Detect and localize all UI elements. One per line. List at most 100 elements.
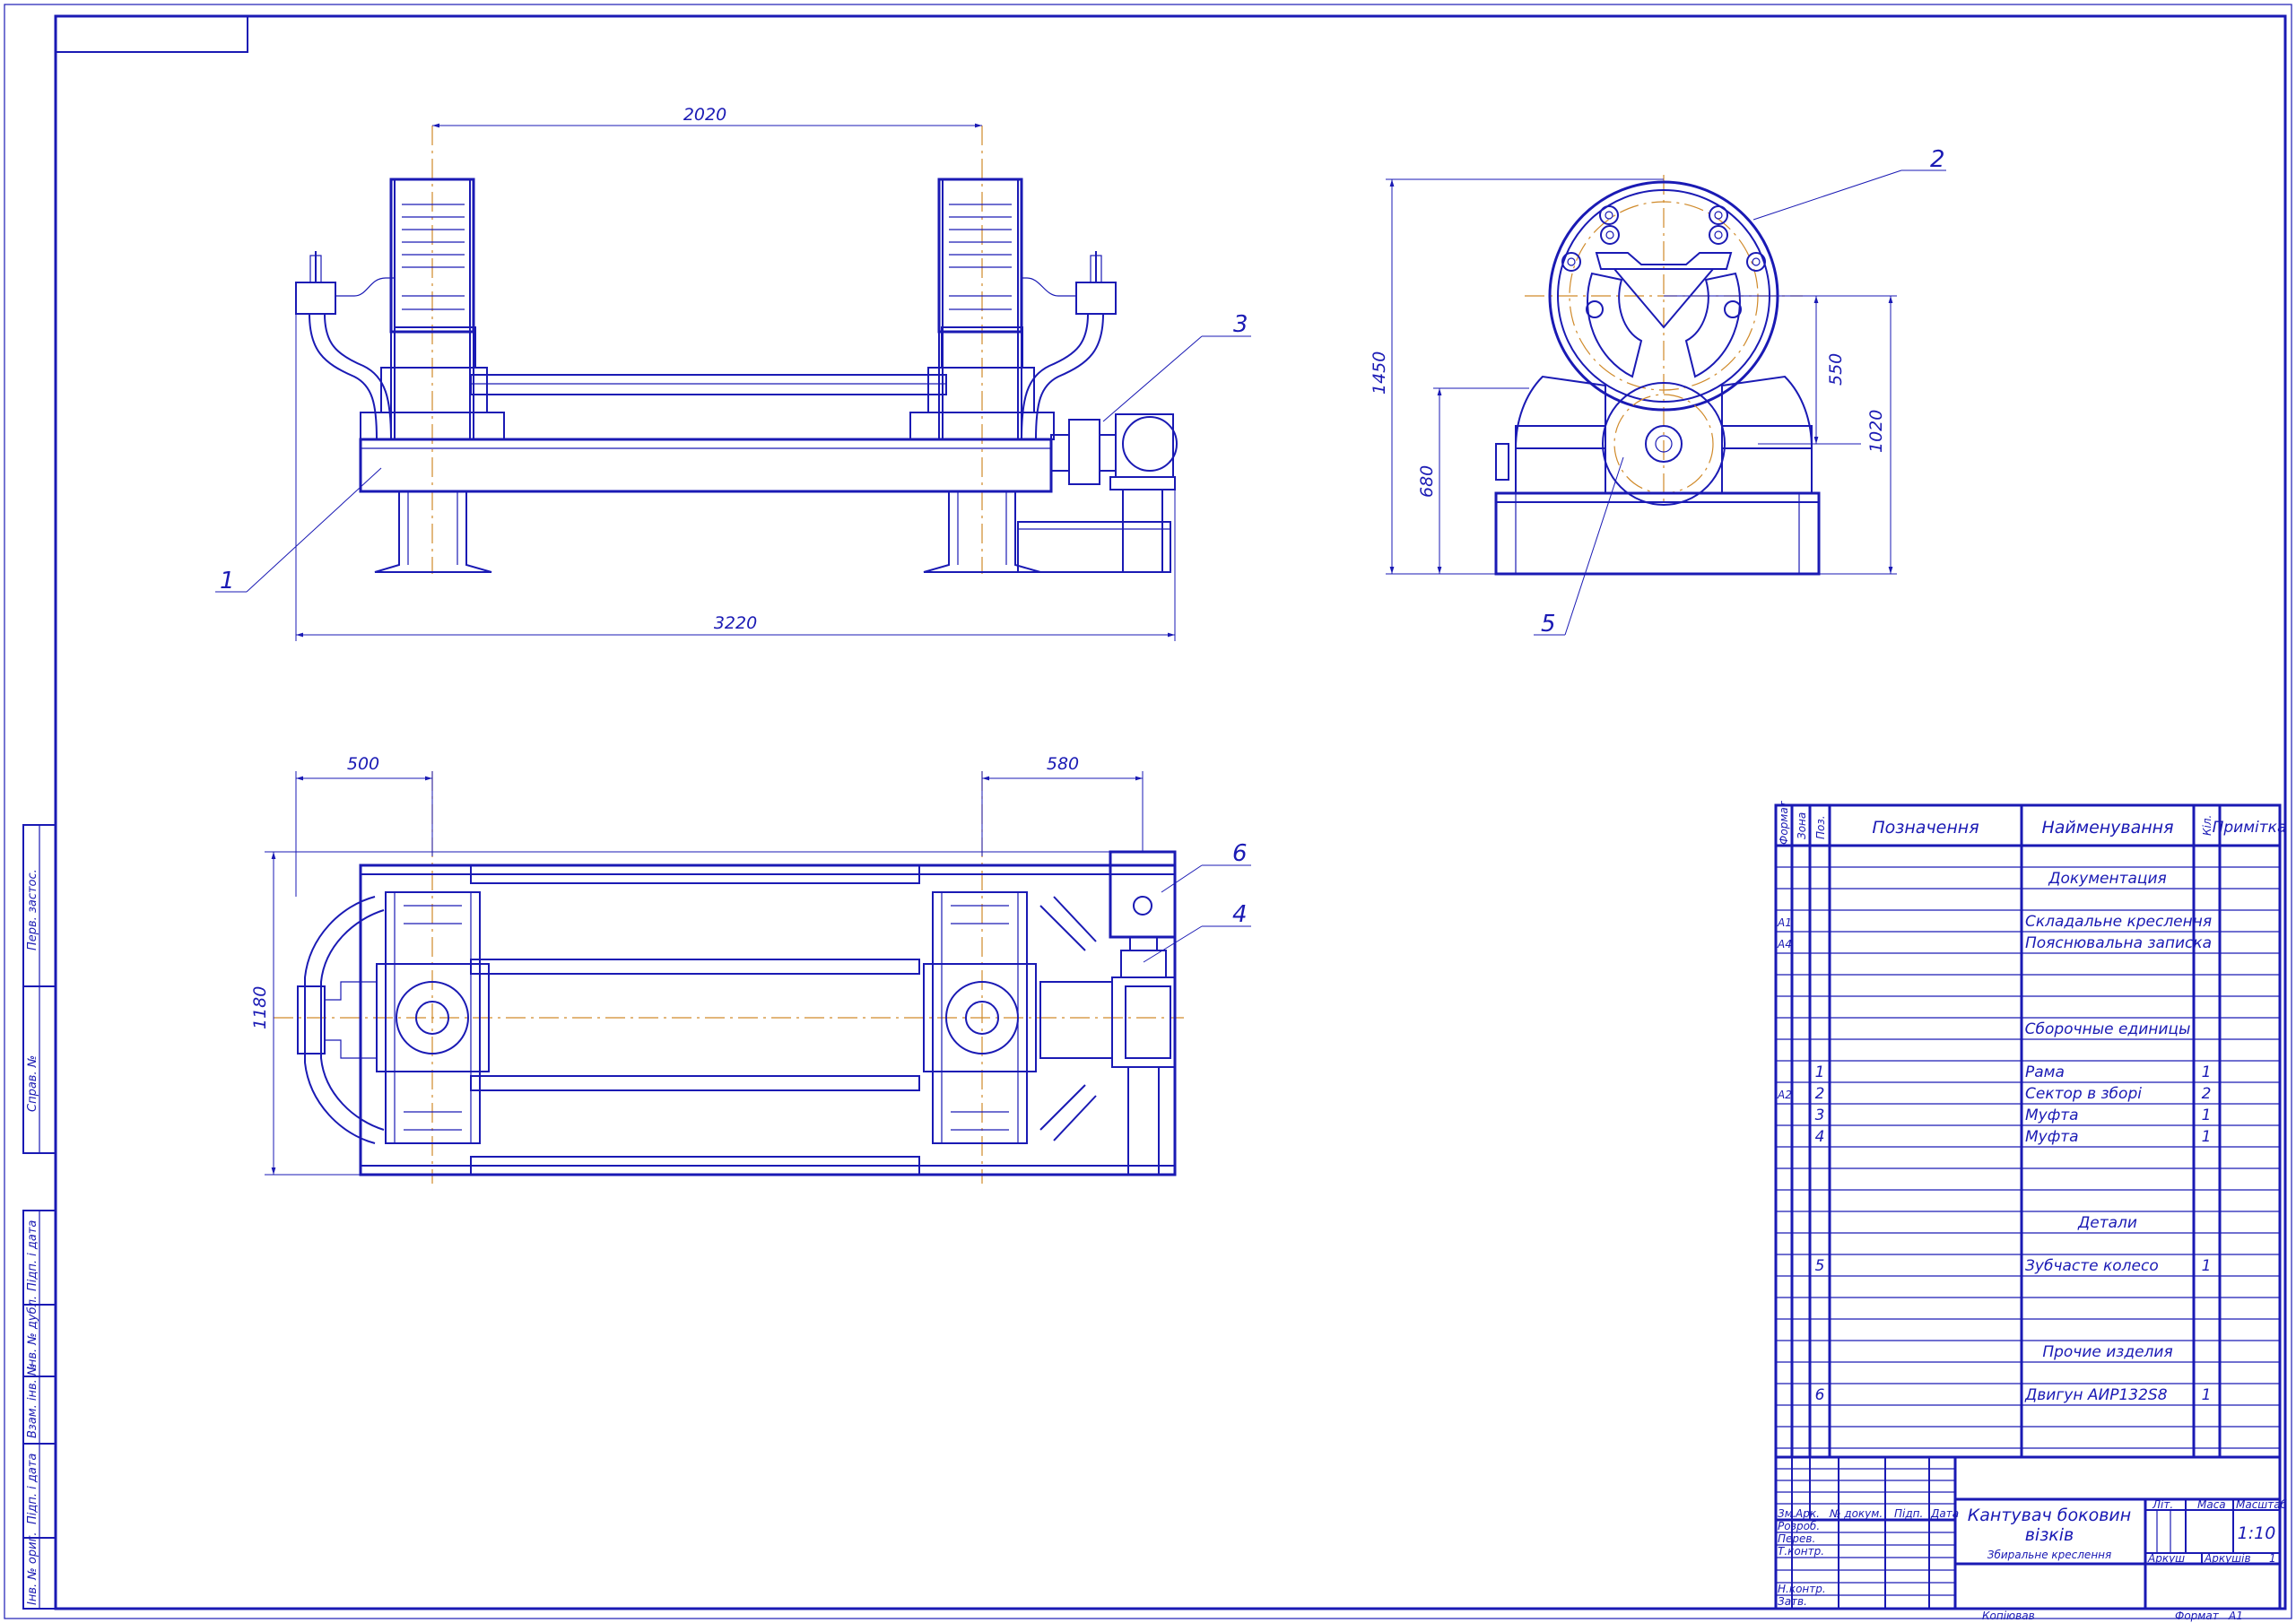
tb-scale-value: 1:10	[2238, 1523, 2276, 1543]
spec-name: Зубчасте колесо	[2025, 1257, 2159, 1275]
spec-header-format: Формат	[1778, 800, 1790, 845]
spec-row: 6 Двигун АИР132S8 1	[1815, 1386, 2212, 1404]
spec-position: 1	[1815, 1063, 1825, 1081]
tb-col-doc: № докум.	[1829, 1507, 1883, 1520]
tb-copied: Копіював	[1982, 1610, 2035, 1622]
position-3: 3	[1233, 311, 1248, 338]
spec-row: 3 Муфта 1	[1815, 1107, 2212, 1124]
tb-scale-label: Масштаб	[2236, 1498, 2288, 1511]
tb-col-izm: Зм.	[1778, 1507, 1796, 1520]
spec-name: Пояснювальна записка	[2025, 934, 2212, 952]
spec-section-title: Сборочные единицы	[2025, 1020, 2191, 1038]
dim-1020: 1020	[1866, 410, 1886, 453]
spec-position: 5	[1815, 1257, 1825, 1275]
tb-sheets-value: 1	[2269, 1552, 2276, 1565]
stamp-vzam-inv: Взам. інв. №	[26, 1364, 39, 1438]
spec-quantity: 1	[2202, 1257, 2212, 1275]
spec-name: Рама	[2025, 1063, 2065, 1081]
spec-name: Сектор в зборі	[2025, 1085, 2142, 1103]
spec-row: 5 Зубчасте колесо 1	[1815, 1257, 2212, 1275]
spec-section-title: Детали	[2077, 1214, 2137, 1232]
dim-3220: 3220	[714, 613, 757, 633]
dim-500: 500	[347, 754, 379, 774]
sheet-border	[4, 4, 2292, 1619]
spec-row: Детали	[2077, 1214, 2137, 1232]
spec-name: Двигун АИР132S8	[2024, 1386, 2168, 1404]
left-stamp-columns: Перв. застос. Справ. № Підп. і дата Інв.…	[22, 824, 57, 1610]
spec-name: Муфта	[2025, 1107, 2079, 1124]
spec-header-zone: Зона	[1796, 812, 1808, 839]
spec-section-title: Прочие изделия	[2042, 1343, 2172, 1361]
spec-quantity: 2	[2202, 1085, 2212, 1103]
front-view-dimensions: 2020 3220	[295, 105, 1176, 641]
stamp-sprav-no: Справ. №	[26, 1055, 39, 1112]
spec-position: 2	[1815, 1085, 1825, 1103]
tb-format: Формат	[2175, 1610, 2220, 1622]
spec-format: A1	[1777, 916, 1792, 929]
spec-name: Муфта	[2025, 1128, 2079, 1146]
dim-2020: 2020	[683, 105, 726, 125]
stamp-podp-data-2: Підп. і дата	[26, 1454, 39, 1524]
dim-1180: 1180	[250, 986, 270, 1029]
tb-col-date: Дата	[1930, 1507, 1959, 1520]
spec-format: A2	[1777, 1089, 1792, 1101]
stamp-inv-dubl: Інв. № дубл.	[26, 1296, 39, 1370]
side-view	[1494, 175, 1821, 576]
drawing-title-line-1: Кантувач боковин	[1968, 1506, 2131, 1525]
stamp-podp-data-1: Підп. і дата	[26, 1220, 39, 1291]
position-2: 2	[1930, 146, 1945, 173]
spec-position: 4	[1815, 1128, 1825, 1146]
spec-header-note: Примітка	[2213, 819, 2287, 837]
spec-quantity: 1	[2202, 1107, 2212, 1124]
tb-role-tkontr: Т.контр.	[1778, 1545, 1824, 1558]
position-6: 6	[1232, 840, 1248, 867]
tb-role-prov: Перев.	[1778, 1532, 1815, 1545]
spec-row: Документация	[2048, 870, 2167, 888]
drawing-title-line-2: візків	[2025, 1525, 2074, 1545]
tb-col-list: Арк.	[1795, 1507, 1820, 1520]
spec-row: 1 Рама 1	[1815, 1063, 2212, 1081]
stamp-inv-podl: Інв. № ориг.	[26, 1532, 39, 1605]
spec-row: Сборочные единицы	[2025, 1020, 2191, 1038]
position-4: 4	[1232, 901, 1248, 928]
specification-table: Формат Зона Поз. Позначення Найменування…	[1774, 800, 2287, 1459]
spec-quantity: 1	[2202, 1128, 2212, 1146]
spec-header-pos: Поз.	[1814, 815, 1827, 839]
dim-580: 580	[1047, 754, 1079, 774]
dim-550: 550	[1826, 353, 1846, 386]
tb-format-value: A1	[2228, 1610, 2243, 1622]
tb-sheet: Аркуш	[2147, 1552, 2185, 1565]
dim-1450: 1450	[1370, 352, 1389, 395]
drawing-sheet: Перв. застос. Справ. № Підп. і дата Інв.…	[4, 4, 2292, 1622]
drawing-doc-type: Збиральне креслення	[1987, 1549, 2111, 1561]
title-block: Зм. Арк. № докум. Підп. Дата Розроб. Пер…	[1774, 1455, 2288, 1622]
spec-position: 6	[1815, 1386, 1825, 1404]
tb-role-nkontr: Н.контр.	[1778, 1583, 1826, 1595]
spec-section-title: Документация	[2048, 870, 2167, 888]
tb-role-razrab: Розроб.	[1778, 1520, 1820, 1532]
spec-row: A1 Складальне креслення	[1777, 913, 2212, 931]
spec-row: A2 2 Сектор в зборі 2	[1777, 1085, 2211, 1103]
position-1: 1	[220, 568, 235, 595]
spec-row: A4 Пояснювальна записка	[1777, 934, 2212, 952]
spec-name: Складальне креслення	[2025, 913, 2212, 931]
tb-col-sign: Підп.	[1894, 1507, 1923, 1520]
front-view	[295, 126, 1178, 574]
spec-row: 4 Муфта 1	[1815, 1128, 2212, 1146]
tb-lit: Літ.	[2152, 1498, 2173, 1511]
spec-format: A4	[1777, 938, 1792, 950]
tb-sheets: Аркушів	[2204, 1552, 2251, 1565]
spec-header-designation: Позначення	[1872, 818, 1979, 838]
plan-view	[274, 771, 1184, 1184]
corner-stamp-box	[55, 15, 248, 53]
stamp-perv-primen: Перв. застос.	[26, 869, 39, 950]
spec-quantity: 1	[2202, 1386, 2212, 1404]
spec-row: Прочие изделия	[2042, 1343, 2172, 1361]
dim-680: 680	[1417, 465, 1437, 498]
spec-position: 3	[1815, 1107, 1825, 1124]
tb-mass: Маса	[2197, 1498, 2226, 1511]
spec-quantity: 1	[2202, 1063, 2212, 1081]
position-5: 5	[1541, 611, 1556, 638]
tb-role-utv: Затв.	[1778, 1595, 1807, 1608]
spec-header-name: Найменування	[2041, 818, 2173, 838]
